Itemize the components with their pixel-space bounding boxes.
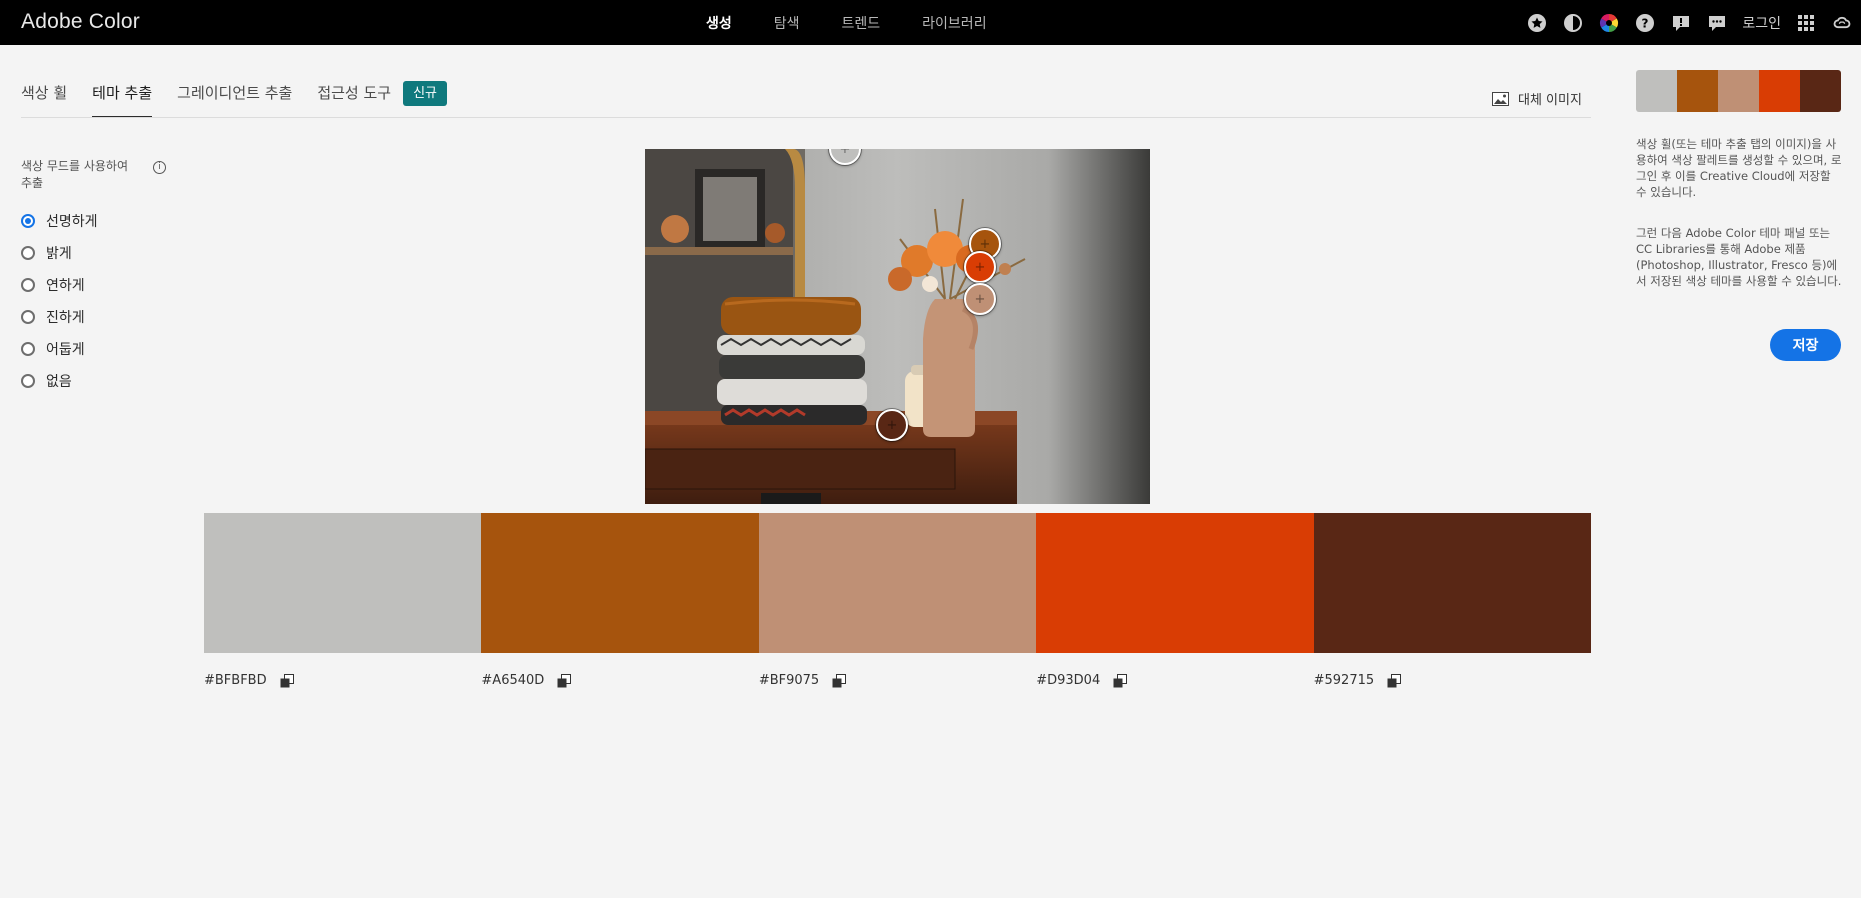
tab-extract-theme[interactable]: 테마 추출: [92, 80, 152, 118]
help-icon[interactable]: ?: [1634, 12, 1656, 34]
alt-image-label: 대체 이미지: [1518, 93, 1582, 108]
hex-values-row: #BFBFBD #A6540D #BF9075 #D93D04 #592715: [204, 673, 1591, 688]
swatch-2[interactable]: [481, 513, 759, 653]
radio-icon[interactable]: [21, 374, 35, 388]
copy-icon[interactable]: [832, 673, 847, 688]
mood-option-colorful[interactable]: 선명하게: [21, 205, 166, 237]
mood-title: 색상 무드를 사용하여 추출: [21, 159, 128, 190]
contrast-icon[interactable]: [1562, 12, 1584, 34]
creative-cloud-icon[interactable]: [1831, 12, 1853, 34]
star-icon[interactable]: [1526, 12, 1548, 34]
app-grid-icon[interactable]: [1795, 12, 1817, 34]
feedback-icon[interactable]: [1670, 12, 1692, 34]
tab-color-wheel[interactable]: 색상 휠: [21, 80, 67, 118]
hex-value[interactable]: #592715: [1314, 673, 1375, 688]
hex-value[interactable]: #A6540D: [481, 673, 544, 688]
mini-swatch-3: [1718, 70, 1759, 112]
hex-cell-4: #D93D04: [1036, 673, 1313, 688]
mood-option-deep[interactable]: 진하게: [21, 301, 166, 333]
color-wheel-icon[interactable]: [1598, 12, 1620, 34]
copy-icon[interactable]: [1387, 673, 1402, 688]
mood-option-muted[interactable]: 연하게: [21, 269, 166, 301]
radio-icon[interactable]: [21, 310, 35, 324]
swatch-3[interactable]: [758, 513, 1037, 653]
swatch-4[interactable]: [1036, 513, 1314, 653]
tab-extract-gradient[interactable]: 그레이디언트 추출: [177, 80, 292, 118]
nav-item-create[interactable]: 생성: [706, 13, 732, 33]
swatch-5[interactable]: [1313, 513, 1592, 653]
radio-checked-icon[interactable]: [21, 214, 35, 228]
hex-value[interactable]: #D93D04: [1036, 673, 1100, 688]
palette-swatches: [204, 513, 1592, 653]
hex-value[interactable]: #BFBFBD: [204, 673, 267, 688]
hex-cell-5: #592715: [1314, 673, 1591, 688]
radio-icon[interactable]: [21, 278, 35, 292]
brand-logo[interactable]: Adobe Color: [21, 10, 140, 34]
tab-accessibility-tools[interactable]: 접근성 도구: [317, 80, 391, 118]
nav-item-explore[interactable]: 탐색: [774, 13, 800, 33]
radio-icon[interactable]: [21, 246, 35, 260]
nav-item-libraries[interactable]: 라이브러리: [922, 13, 986, 33]
side-help-text-2: 그런 다음 Adobe Color 테마 패널 또는 CC Libraries를…: [1636, 226, 1842, 288]
mood-option-bright[interactable]: 밝게: [21, 237, 166, 269]
mini-swatch-2: [1677, 70, 1718, 112]
copy-icon[interactable]: [280, 673, 295, 688]
nav-item-trends[interactable]: 트렌드: [842, 13, 881, 33]
color-picker-handle-3[interactable]: [964, 251, 996, 283]
chat-icon[interactable]: [1706, 12, 1728, 34]
top-bar: Adobe Color 생성 탐색 트렌드 라이브러리 ? 로그인: [0, 0, 1861, 45]
mini-palette-preview: [1636, 70, 1841, 112]
mode-tabs: 색상 휠 테마 추출 그레이디언트 추출 접근성 도구 신규: [21, 80, 448, 118]
tabs-divider: [21, 117, 1591, 118]
color-mood-panel: 색상 무드를 사용하여 추출 i 선명하게 밝게 연하게 진하게 어둡게 없음: [21, 158, 166, 397]
mood-option-none[interactable]: 없음: [21, 365, 166, 397]
copy-icon[interactable]: [1113, 673, 1128, 688]
mini-swatch-1: [1636, 70, 1677, 112]
mini-swatch-4: [1759, 70, 1800, 112]
top-right-toolbar: ? 로그인: [1526, 0, 1853, 45]
hex-cell-2: #A6540D: [481, 673, 758, 688]
swatch-1[interactable]: [204, 513, 482, 653]
mood-options: 선명하게 밝게 연하게 진하게 어둡게 없음: [21, 205, 166, 397]
main-nav: 생성 탐색 트렌드 라이브러리: [685, 0, 1008, 45]
mini-swatch-5: [1800, 70, 1841, 112]
copy-icon[interactable]: [557, 673, 572, 688]
login-link[interactable]: 로그인: [1742, 13, 1781, 33]
side-help-text-1: 색상 휠(또는 테마 추출 탭의 이미지)을 사용하여 색상 팔레트를 생성할 …: [1636, 137, 1842, 199]
hex-value[interactable]: #BF9075: [759, 673, 819, 688]
new-badge: 신규: [403, 80, 448, 106]
hex-cell-1: #BFBFBD: [204, 673, 481, 688]
alt-image-button[interactable]: 대체 이미지: [1492, 89, 1582, 108]
color-picker-handle-4[interactable]: [964, 283, 996, 315]
mood-option-dark[interactable]: 어둡게: [21, 333, 166, 365]
save-button[interactable]: 저장: [1770, 329, 1841, 361]
image-icon: [1492, 91, 1509, 106]
svg-text:?: ?: [1642, 16, 1649, 30]
source-image: [645, 149, 1150, 504]
hex-cell-3: #BF9075: [759, 673, 1036, 688]
color-picker-handle-5[interactable]: [876, 409, 908, 441]
radio-icon[interactable]: [21, 342, 35, 356]
info-icon[interactable]: i: [153, 161, 166, 174]
